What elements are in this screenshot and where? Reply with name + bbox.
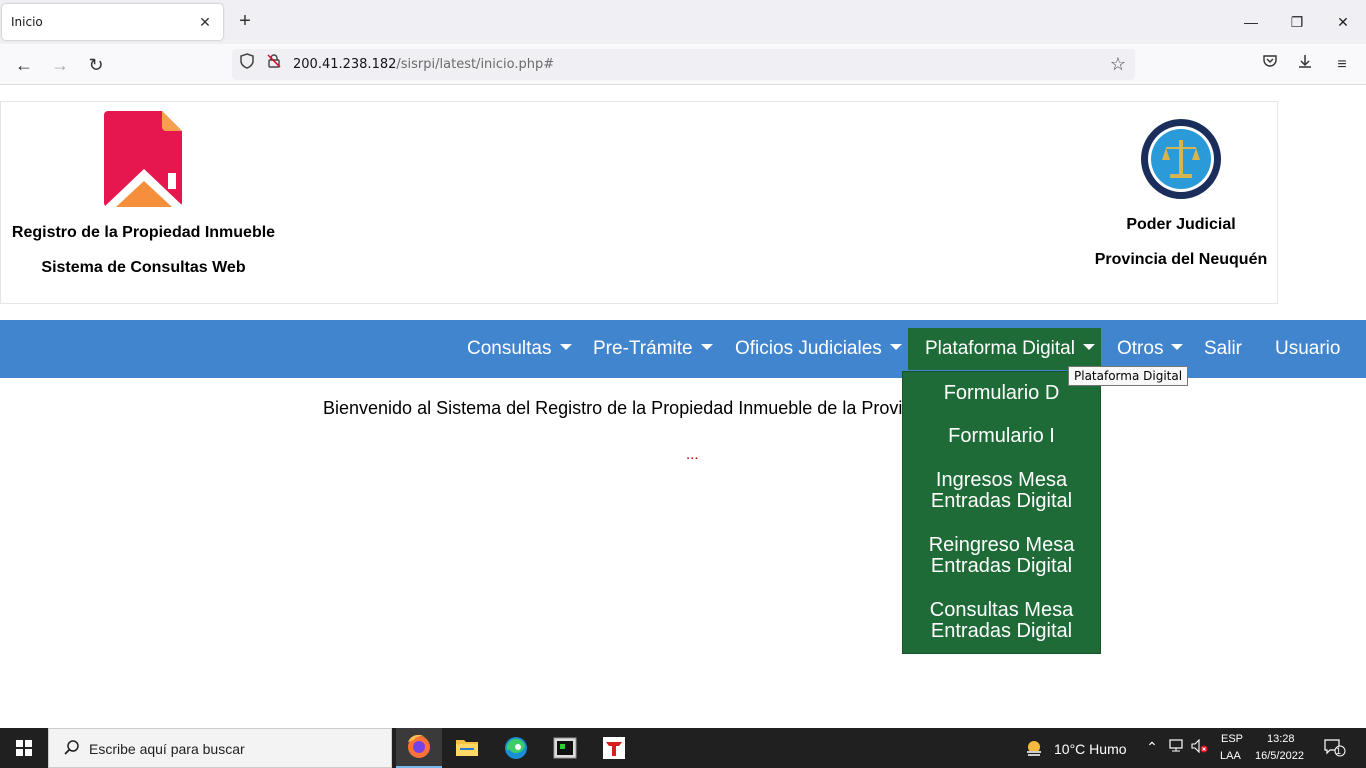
menu-plataforma-digital[interactable]: Plataforma Digital bbox=[908, 328, 1101, 370]
menu-label: Salir bbox=[1204, 338, 1243, 359]
browser-tab[interactable]: Inicio ✕ bbox=[2, 4, 223, 40]
dropdown-item-formulario-i[interactable]: Formulario I bbox=[903, 426, 1100, 447]
site-header: Registro de la Propiedad Inmueble Sistem… bbox=[0, 101, 1278, 304]
hamburger-menu-icon[interactable]: ≡ bbox=[1329, 52, 1355, 78]
notification-center-icon[interactable] bbox=[1323, 739, 1347, 760]
plataforma-digital-dropdown: Formulario D Formulario I Ingresos Mesa E… bbox=[902, 371, 1101, 654]
menu-label: Otros bbox=[1117, 338, 1164, 359]
notification-count: 1 bbox=[1336, 746, 1342, 756]
caret-down-icon bbox=[1082, 344, 1095, 351]
language-top[interactable]: ESP bbox=[1221, 733, 1243, 745]
tab-title: Inicio bbox=[11, 15, 43, 29]
registry-subtitle: Sistema de Consultas Web bbox=[41, 259, 246, 276]
folder-icon bbox=[456, 740, 478, 756]
taskbar-edge[interactable] bbox=[493, 728, 539, 768]
tooltip: Plataforma Digital bbox=[1068, 366, 1189, 386]
minimize-button[interactable]: — bbox=[1239, 10, 1263, 34]
registry-title: Registro de la Propiedad Inmueble bbox=[11, 224, 276, 241]
shield-icon[interactable] bbox=[236, 53, 258, 75]
dropdown-item-consultas-mesa[interactable]: Consultas Mesa Entradas Digital bbox=[903, 600, 1100, 642]
clock-date[interactable]: 16/5/2022 bbox=[1255, 750, 1304, 762]
clock-time[interactable]: 13:28 bbox=[1267, 733, 1295, 745]
menu-pre-tramite[interactable]: Pre-Trámite bbox=[593, 328, 713, 370]
caret-down-icon bbox=[700, 344, 713, 351]
menu-label: Pre-Trámite bbox=[593, 338, 693, 359]
taskbar-firefox[interactable] bbox=[396, 728, 442, 768]
menu-usuario[interactable]: Usuario bbox=[1275, 328, 1340, 370]
tab-close-icon[interactable]: ✕ bbox=[195, 12, 215, 32]
caret-down-icon bbox=[889, 344, 902, 351]
terminal-icon bbox=[553, 737, 577, 759]
menu-label: Plataforma Digital bbox=[925, 338, 1075, 359]
menu-label: Oficios Judiciales bbox=[735, 338, 882, 359]
judicial-title: Poder Judicial bbox=[1126, 216, 1236, 233]
caret-down-icon bbox=[1171, 344, 1184, 351]
bookmark-star-icon[interactable]: ☆ bbox=[1107, 53, 1129, 75]
download-icon[interactable] bbox=[1292, 52, 1318, 78]
property-registry-logo bbox=[104, 111, 184, 207]
pocket-icon[interactable] bbox=[1257, 52, 1283, 78]
new-tab-button[interactable]: + bbox=[234, 10, 256, 32]
dropdown-item-label: Reingreso Mesa bbox=[928, 534, 1075, 556]
url-text[interactable]: 200.41.238.182/sisrpi/latest/inicio.php# bbox=[293, 57, 554, 72]
start-button[interactable] bbox=[0, 728, 48, 768]
network-icon[interactable] bbox=[1168, 739, 1186, 756]
browser-tab-bar: Inicio ✕ + — ❐ ✕ bbox=[0, 0, 1366, 44]
windows-taskbar: Escribe aquí para buscar 10°C Humo ⌃ ESP… bbox=[0, 728, 1366, 768]
firefox-icon bbox=[408, 734, 430, 758]
taskbar-search[interactable]: Escribe aquí para buscar bbox=[48, 728, 392, 768]
insecure-lock-icon[interactable] bbox=[263, 53, 285, 75]
edge-icon bbox=[505, 737, 527, 759]
dropdown-item-label-line2: Entradas Digital bbox=[930, 490, 1073, 512]
url-path: /sisrpi/latest/inicio.php# bbox=[396, 57, 555, 72]
close-window-button[interactable]: ✕ bbox=[1331, 10, 1355, 34]
url-host: 200.41.238.182 bbox=[293, 57, 397, 72]
search-icon bbox=[64, 740, 79, 755]
dropdown-item-formulario-d[interactable]: Formulario D bbox=[903, 383, 1100, 404]
taskbar-terminal-app[interactable] bbox=[542, 728, 588, 768]
menu-label: Consultas bbox=[467, 338, 552, 359]
dropdown-item-label: Consultas Mesa bbox=[929, 599, 1074, 621]
menu-otros[interactable]: Otros bbox=[1117, 328, 1184, 370]
dropdown-item-label: Formulario I bbox=[948, 425, 1055, 447]
reload-icon[interactable]: ↻ bbox=[83, 52, 109, 78]
menu-label: Usuario bbox=[1275, 338, 1341, 359]
caret-down-icon bbox=[559, 344, 572, 351]
search-placeholder: Escribe aquí para buscar bbox=[89, 741, 245, 757]
menu-oficios-judiciales[interactable]: Oficios Judiciales bbox=[735, 328, 902, 370]
dropdown-item-label-line2: Entradas Digital bbox=[930, 555, 1073, 577]
welcome-message: Bienvenido al Sistema del Registro de la… bbox=[323, 398, 903, 418]
weather-haze-icon[interactable] bbox=[1024, 738, 1044, 758]
speaker-muted-icon[interactable] bbox=[1191, 738, 1209, 756]
loading-dots: ... bbox=[686, 446, 699, 463]
url-bar[interactable]: 200.41.238.182/sisrpi/latest/inicio.php#… bbox=[232, 49, 1135, 80]
taskbar-app-red[interactable] bbox=[591, 728, 637, 768]
windows-logo-icon bbox=[16, 740, 32, 756]
dropdown-item-label: Formulario D bbox=[943, 382, 1060, 404]
dropdown-item-label-line2: Entradas Digital bbox=[930, 620, 1073, 642]
dropdown-item-ingresos-mesa[interactable]: Ingresos Mesa Entradas Digital bbox=[903, 470, 1100, 512]
chevron-up-icon[interactable]: ⌃ bbox=[1143, 739, 1161, 756]
app-icon bbox=[603, 737, 625, 759]
menu-consultas[interactable]: Consultas bbox=[467, 328, 572, 370]
back-arrow-icon[interactable]: ← bbox=[11, 52, 37, 78]
judicial-seal-logo bbox=[1141, 119, 1221, 199]
taskbar-file-explorer[interactable] bbox=[444, 728, 490, 768]
dropdown-item-label: Ingresos Mesa bbox=[935, 469, 1068, 491]
restore-button[interactable]: ❐ bbox=[1285, 10, 1309, 34]
browser-nav-bar: ← → ↻ 200.41.238.182/sisrpi/latest/inici… bbox=[0, 44, 1366, 85]
menu-salir[interactable]: Salir bbox=[1204, 328, 1242, 370]
weather-text[interactable]: 10°C Humo bbox=[1054, 741, 1127, 757]
province-subtitle: Provincia del Neuquén bbox=[1094, 251, 1268, 268]
dropdown-item-reingreso-mesa[interactable]: Reingreso Mesa Entradas Digital bbox=[903, 535, 1100, 577]
forward-arrow-icon[interactable]: → bbox=[47, 52, 73, 78]
language-bottom[interactable]: LAA bbox=[1220, 750, 1241, 762]
